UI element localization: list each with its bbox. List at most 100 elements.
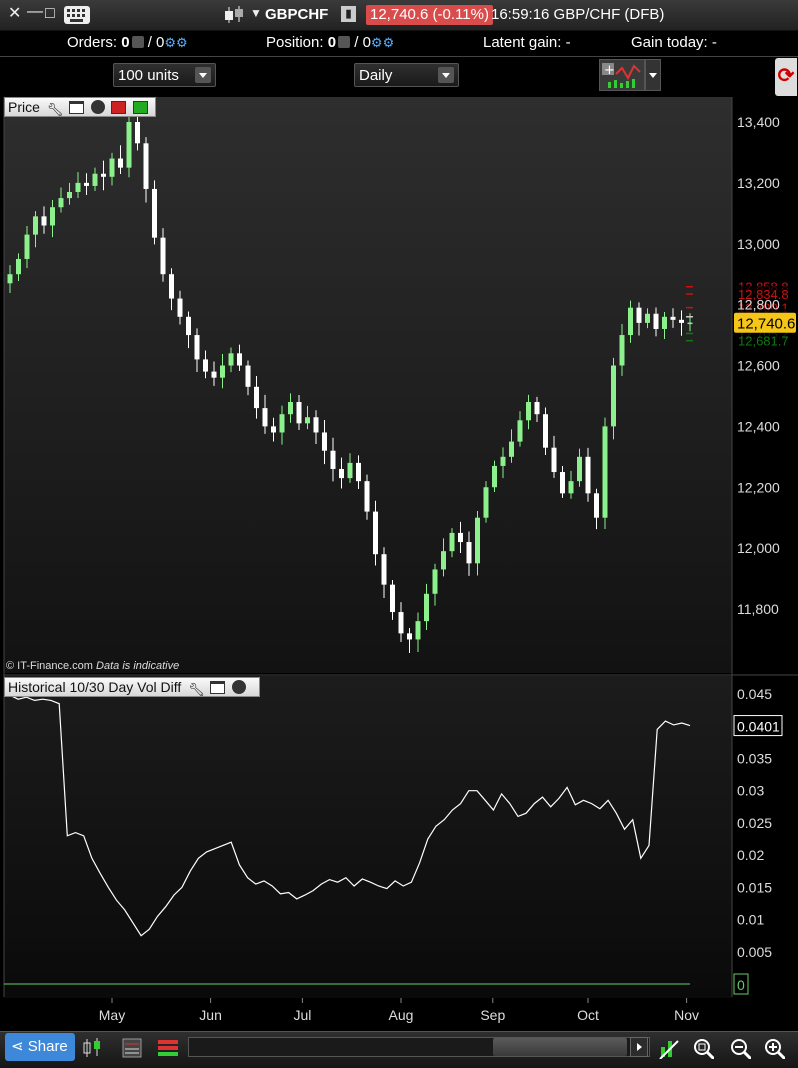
indicator-tick-label: 0.025 bbox=[737, 815, 772, 831]
candle-body bbox=[288, 402, 293, 415]
window-icon[interactable] bbox=[210, 681, 226, 694]
move-down-icon[interactable] bbox=[111, 101, 127, 114]
indicator-tick-label: 0.015 bbox=[737, 879, 772, 895]
period-select[interactable]: Daily bbox=[354, 63, 459, 87]
scroll-right-button[interactable] bbox=[630, 1037, 648, 1057]
indicator-tick-label: 0.035 bbox=[737, 750, 772, 766]
candle-body bbox=[84, 182, 89, 186]
candle-body bbox=[679, 319, 684, 323]
candle-body bbox=[245, 365, 251, 387]
indicator-tick-label: 0.01 bbox=[737, 912, 764, 928]
window-icon[interactable] bbox=[68, 101, 84, 114]
minimize-window-button[interactable]: — bbox=[27, 2, 43, 22]
candle-body bbox=[356, 462, 361, 482]
close-panel-icon[interactable] bbox=[90, 100, 105, 114]
latent-gain: Latent gain: - bbox=[483, 34, 571, 51]
x-tick-label: Jul bbox=[293, 1007, 311, 1023]
candle-body bbox=[271, 426, 276, 433]
candle-body bbox=[347, 462, 353, 479]
candle-body bbox=[398, 612, 404, 634]
indicator-y-axis: 0.045 0.035 0.03 0.025 0.02 0.015 0.01 0.005 0 0.… bbox=[733, 686, 783, 995]
candle-body bbox=[177, 298, 183, 317]
title-bar: ✕ — □ ▼ GBPCHF ▮ 12,740.6 (-0.11%) 16:59… bbox=[0, 0, 798, 31]
cancel-orders-icon[interactable] bbox=[131, 36, 144, 48]
move-up-icon[interactable] bbox=[133, 101, 149, 114]
add-indicator-button[interactable]: + bbox=[599, 59, 645, 91]
candle-body bbox=[220, 365, 225, 378]
symbol-dropdown-icon[interactable]: ▼ bbox=[250, 6, 262, 20]
zoom-fit-icon[interactable] bbox=[692, 1037, 714, 1059]
chart-style-icon[interactable] bbox=[82, 1037, 104, 1059]
gain-today: Gain today: - bbox=[631, 34, 717, 51]
orders-total: / 0 bbox=[147, 34, 165, 51]
maximize-window-button[interactable]: □ bbox=[45, 4, 55, 24]
candle-body bbox=[58, 198, 64, 208]
candle-body bbox=[237, 353, 242, 366]
chevron-down-icon[interactable] bbox=[438, 67, 454, 83]
candle-body bbox=[534, 402, 540, 415]
candle-body bbox=[254, 386, 259, 409]
price-plot-area[interactable] bbox=[4, 97, 732, 673]
orders-bar: Orders: 0 / 0⚙⚙ Position: 0 / 0⚙⚙ Latent… bbox=[0, 31, 798, 57]
position-count: 0 bbox=[327, 34, 337, 51]
share-icon: ⋖ bbox=[11, 1038, 24, 1055]
candle-body bbox=[577, 456, 582, 482]
indicator-tick-label: 0.02 bbox=[737, 847, 764, 863]
position-field: Position: 0 / 0⚙⚙ bbox=[266, 34, 394, 51]
candle-body bbox=[296, 402, 302, 424]
layout-icon[interactable] bbox=[156, 1037, 178, 1059]
candle-body bbox=[594, 493, 599, 518]
price-tick-label: 12,800 bbox=[737, 297, 780, 313]
candle-body bbox=[211, 371, 217, 378]
candle-body bbox=[339, 468, 344, 479]
credit-note: Data is indicative bbox=[96, 660, 180, 672]
candle-body bbox=[16, 258, 21, 275]
candle-body bbox=[670, 316, 676, 320]
x-tick-label: Oct bbox=[577, 1007, 599, 1023]
scrollbar-thumb[interactable] bbox=[493, 1038, 627, 1056]
candle-body bbox=[50, 207, 55, 226]
price-tick-label: 13,400 bbox=[737, 114, 780, 130]
candle-body bbox=[466, 542, 472, 564]
indicator-plot-area[interactable] bbox=[4, 676, 732, 998]
order-book-icon[interactable]: ▮ bbox=[341, 6, 356, 22]
chart-list-icon[interactable] bbox=[121, 1037, 143, 1059]
close-panel-icon[interactable] bbox=[231, 680, 246, 694]
candle-body bbox=[203, 359, 208, 372]
side-panel-toggle-icon[interactable]: ⟳ bbox=[775, 58, 797, 96]
auto-scale-icon[interactable] bbox=[658, 1037, 680, 1059]
keyboard-icon[interactable] bbox=[64, 6, 90, 24]
wrench-icon[interactable]: 🔧︎ bbox=[47, 103, 64, 117]
candle-body bbox=[492, 465, 497, 488]
chevron-right-icon bbox=[637, 1043, 642, 1051]
close-window-button[interactable]: ✕ bbox=[8, 4, 21, 24]
candle-body bbox=[653, 313, 659, 329]
candle-body bbox=[500, 456, 506, 466]
price-panel-header: Price 🔧︎ bbox=[4, 97, 156, 117]
candle-body bbox=[415, 621, 421, 640]
price-tick-label: 11,800 bbox=[737, 601, 779, 617]
x-axis: May Jun Jul Aug Sep Oct Nov bbox=[99, 998, 699, 1023]
orders-settings-icon[interactable]: ⚙⚙ bbox=[164, 35, 187, 50]
candlestick-icon[interactable] bbox=[224, 5, 246, 25]
wrench-icon[interactable]: 🔧︎ bbox=[188, 683, 205, 697]
units-select[interactable]: 100 units bbox=[113, 63, 216, 87]
candle-body bbox=[602, 426, 608, 518]
candle-body bbox=[390, 584, 395, 613]
zoom-in-icon[interactable] bbox=[763, 1037, 785, 1059]
zoom-out-icon[interactable] bbox=[729, 1037, 751, 1059]
close-position-icon[interactable] bbox=[338, 36, 351, 48]
symbol-name[interactable]: GBPCHF bbox=[265, 6, 328, 23]
share-button[interactable]: ⋖ Share bbox=[5, 1033, 75, 1061]
units-value: 100 units bbox=[118, 67, 179, 84]
indicator-dropdown-button[interactable] bbox=[645, 59, 661, 91]
candle-body bbox=[194, 335, 200, 360]
current-price-label: 12,740.6 bbox=[737, 316, 795, 333]
candle-body bbox=[7, 274, 13, 284]
position-settings-icon[interactable]: ⚙⚙ bbox=[371, 35, 394, 50]
candle-body bbox=[585, 456, 591, 494]
chevron-down-icon[interactable] bbox=[195, 67, 211, 83]
candle-body bbox=[407, 633, 412, 640]
share-label: Share bbox=[27, 1038, 68, 1055]
candle-body bbox=[75, 182, 81, 193]
